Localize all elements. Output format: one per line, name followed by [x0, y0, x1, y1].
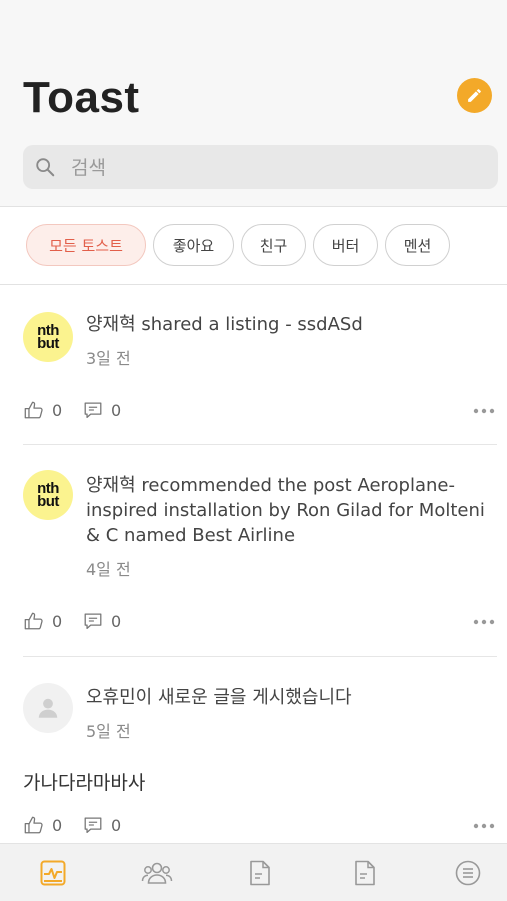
avatar-label: but — [37, 335, 59, 352]
post-text: 양재혁 shared a listing - ssdASd — [86, 314, 363, 335]
comment-icon — [84, 402, 102, 418]
post-text: 오휴민이 새로운 글을 게시했습니다 — [86, 687, 352, 708]
page-title: Toast — [23, 73, 140, 122]
post-body: 가나다라마바사 — [23, 772, 146, 794]
like-button[interactable]: 0 — [23, 399, 62, 421]
feed-post[interactable]: nth but 양재혁 recommended the post Aeropla… — [0, 446, 507, 657]
filter-bar: 모든 토스트 좋아요 친구 버터 멘션 — [0, 207, 507, 285]
post-actions: 0 0 — [23, 814, 495, 838]
more-options-icon[interactable] — [473, 618, 495, 626]
thumbs-up-icon — [24, 612, 43, 630]
divider — [23, 444, 497, 445]
avatar[interactable]: nth but — [23, 312, 73, 362]
more-options-icon[interactable] — [473, 822, 495, 830]
menu-list-icon — [455, 860, 481, 886]
post-timestamp: 5일 전 — [86, 722, 131, 741]
tab-friends[interactable] — [140, 858, 174, 888]
compose-button[interactable] — [457, 78, 492, 113]
thumbs-up-icon — [24, 816, 43, 834]
document-icon — [355, 860, 375, 886]
like-count: 0 — [52, 815, 63, 835]
thumbs-up-icon — [24, 401, 43, 419]
comment-icon — [84, 817, 102, 833]
like-count: 0 — [52, 611, 63, 631]
search-icon — [36, 158, 55, 177]
friends-icon — [141, 862, 173, 884]
comment-count: 0 — [111, 815, 122, 835]
more-options-icon[interactable] — [473, 407, 495, 415]
like-button[interactable]: 0 — [23, 814, 62, 836]
avatar[interactable] — [23, 683, 73, 733]
tab-notes[interactable] — [350, 858, 380, 888]
feed-post[interactable]: 오휴민이 새로운 글을 게시했습니다 5일 전 가나다라마바사 0 0 — [0, 658, 507, 843]
comment-button[interactable]: 0 — [82, 610, 121, 632]
tab-activity[interactable] — [38, 858, 68, 888]
comment-button[interactable]: 0 — [82, 399, 121, 421]
search-bar[interactable] — [23, 145, 498, 191]
search-input[interactable] — [69, 145, 493, 191]
comment-count: 0 — [111, 400, 122, 420]
comment-icon — [84, 613, 102, 629]
filter-chip-all-toasts[interactable]: 모든 토스트 — [26, 224, 146, 266]
like-button[interactable]: 0 — [23, 610, 62, 632]
comment-button[interactable]: 0 — [82, 814, 121, 836]
comment-count: 0 — [111, 611, 122, 631]
like-count: 0 — [52, 400, 63, 420]
filter-chip-likes[interactable]: 좋아요 — [153, 224, 234, 266]
filter-chip-friends[interactable]: 친구 — [241, 224, 306, 266]
avatar[interactable]: nth but — [23, 470, 73, 520]
post-timestamp: 4일 전 — [86, 560, 131, 579]
divider — [23, 656, 497, 657]
feed-post[interactable]: nth but 양재혁 shared a listing - ssdASd 3일… — [0, 285, 507, 445]
post-timestamp: 3일 전 — [86, 349, 131, 368]
post-text: 양재혁 recommended the post Aeroplane-inspi… — [86, 475, 485, 546]
tab-documents[interactable] — [245, 858, 275, 888]
header: Toast — [0, 0, 507, 207]
post-actions: 0 0 — [23, 399, 495, 423]
bottom-tab-bar — [0, 843, 507, 901]
post-actions: 0 0 — [23, 610, 495, 634]
document-icon — [250, 860, 270, 886]
filter-chip-mentions[interactable]: 멘션 — [385, 224, 450, 266]
avatar-label: but — [37, 493, 59, 510]
tab-menu[interactable] — [453, 858, 483, 888]
user-placeholder-icon — [38, 698, 58, 718]
activity-icon — [40, 860, 66, 886]
pencil-icon — [468, 89, 481, 102]
filter-chip-butter[interactable]: 버터 — [313, 224, 378, 266]
